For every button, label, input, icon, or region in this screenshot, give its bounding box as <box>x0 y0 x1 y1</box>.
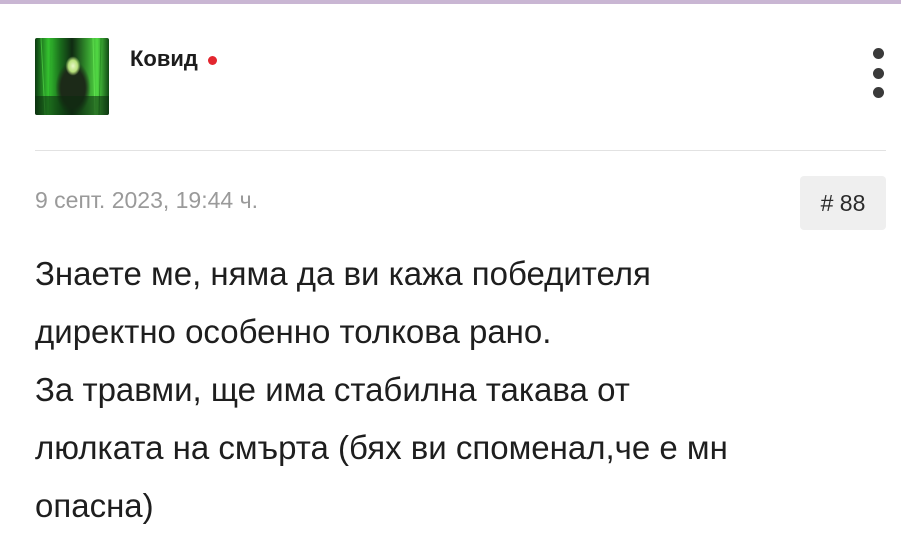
vertical-ellipsis-icon[interactable] <box>866 48 890 98</box>
post-body-line: За травми, ще има стабилна такава от <box>35 371 630 408</box>
avatar[interactable] <box>35 38 109 115</box>
post-number-badge[interactable]: # 88 <box>800 176 886 230</box>
post-body: Знаете ме, няма да ви кажа победителя ди… <box>35 245 885 535</box>
forum-post: Ковид 9 септ. 2023, 19:44 ч. # 88 Знаете… <box>0 4 901 555</box>
post-body-line: люлката на смърта (бях ви споменал,че е … <box>35 429 728 466</box>
header-divider <box>35 150 886 151</box>
menu-dot <box>872 87 884 98</box>
avatar-image <box>35 38 109 115</box>
post-body-line: директно особенно толкова рано. <box>35 313 552 350</box>
post-timestamp: 9 септ. 2023, 19:44 ч. <box>35 187 258 213</box>
post-body-line: опасна) <box>35 487 154 524</box>
author-block: Ковид <box>130 46 217 72</box>
menu-dot <box>872 67 884 79</box>
menu-dot <box>872 48 884 59</box>
post-body-line: Знаете ме, няма да ви кажа победителя <box>35 255 651 292</box>
online-status-dot <box>207 55 217 65</box>
author-name[interactable]: Ковид <box>130 46 198 72</box>
